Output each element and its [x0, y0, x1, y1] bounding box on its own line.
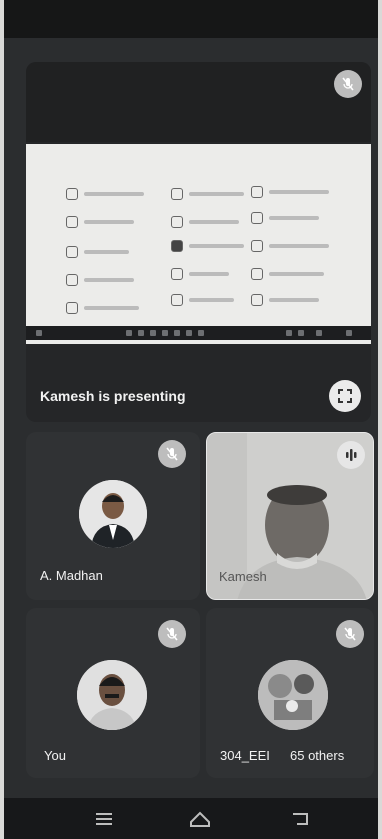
- presenting-label: Kamesh is presenting: [40, 388, 186, 404]
- menu-icon: [96, 813, 112, 825]
- slide-row: [251, 294, 319, 306]
- slide-row: [66, 274, 134, 286]
- participant-name: Kamesh: [219, 569, 267, 584]
- mic-off-icon: [158, 440, 186, 468]
- slide-row: [171, 240, 244, 252]
- slide-row: [171, 294, 234, 306]
- slide-row: [251, 212, 319, 224]
- others-count: 65 others: [290, 748, 345, 763]
- avatar: [77, 660, 147, 730]
- participant-tile-self[interactable]: You: [26, 608, 200, 778]
- fullscreen-button[interactable]: [329, 380, 361, 412]
- menu-button[interactable]: [90, 808, 118, 830]
- audio-bars-icon: [337, 441, 365, 469]
- participant-tile[interactable]: A. Madhan: [26, 432, 200, 600]
- slide-row: [171, 268, 229, 280]
- presentation-tile[interactable]: Kamesh is presenting: [26, 62, 371, 422]
- avatar: [79, 480, 147, 548]
- slide-row: [171, 188, 244, 200]
- back-button[interactable]: [286, 808, 314, 830]
- home-button[interactable]: [186, 808, 214, 830]
- meeting-screen: Kamesh is presenting A. Madhan Kamesh Yo…: [4, 0, 378, 839]
- home-icon: [190, 811, 210, 827]
- participant-tile-active-speaker[interactable]: Kamesh: [206, 432, 374, 600]
- slide-row: [251, 268, 324, 280]
- participant-name: You: [44, 748, 66, 763]
- slide-row: [66, 302, 139, 314]
- mic-off-icon: [336, 620, 364, 648]
- shared-taskbar: [26, 326, 371, 340]
- avatar: [258, 660, 328, 730]
- slide-row: [66, 246, 129, 258]
- back-icon: [293, 813, 308, 825]
- fullscreen-icon: [338, 389, 352, 403]
- mic-off-icon: [334, 70, 362, 98]
- participant-tile-others[interactable]: 304_EEI 65 others: [206, 608, 374, 778]
- slide-row: [66, 188, 144, 200]
- slide-row: [251, 186, 329, 198]
- presentation-header-area: [26, 62, 371, 142]
- slide-row: [251, 240, 329, 252]
- slide-row: [66, 216, 134, 228]
- shared-screen: [26, 144, 371, 344]
- participant-name: A. Madhan: [40, 568, 103, 583]
- system-nav-bar: [4, 798, 378, 839]
- participant-name: 304_EEI: [220, 748, 270, 763]
- mic-off-icon: [158, 620, 186, 648]
- slide-row: [171, 216, 239, 228]
- status-area: [4, 0, 378, 38]
